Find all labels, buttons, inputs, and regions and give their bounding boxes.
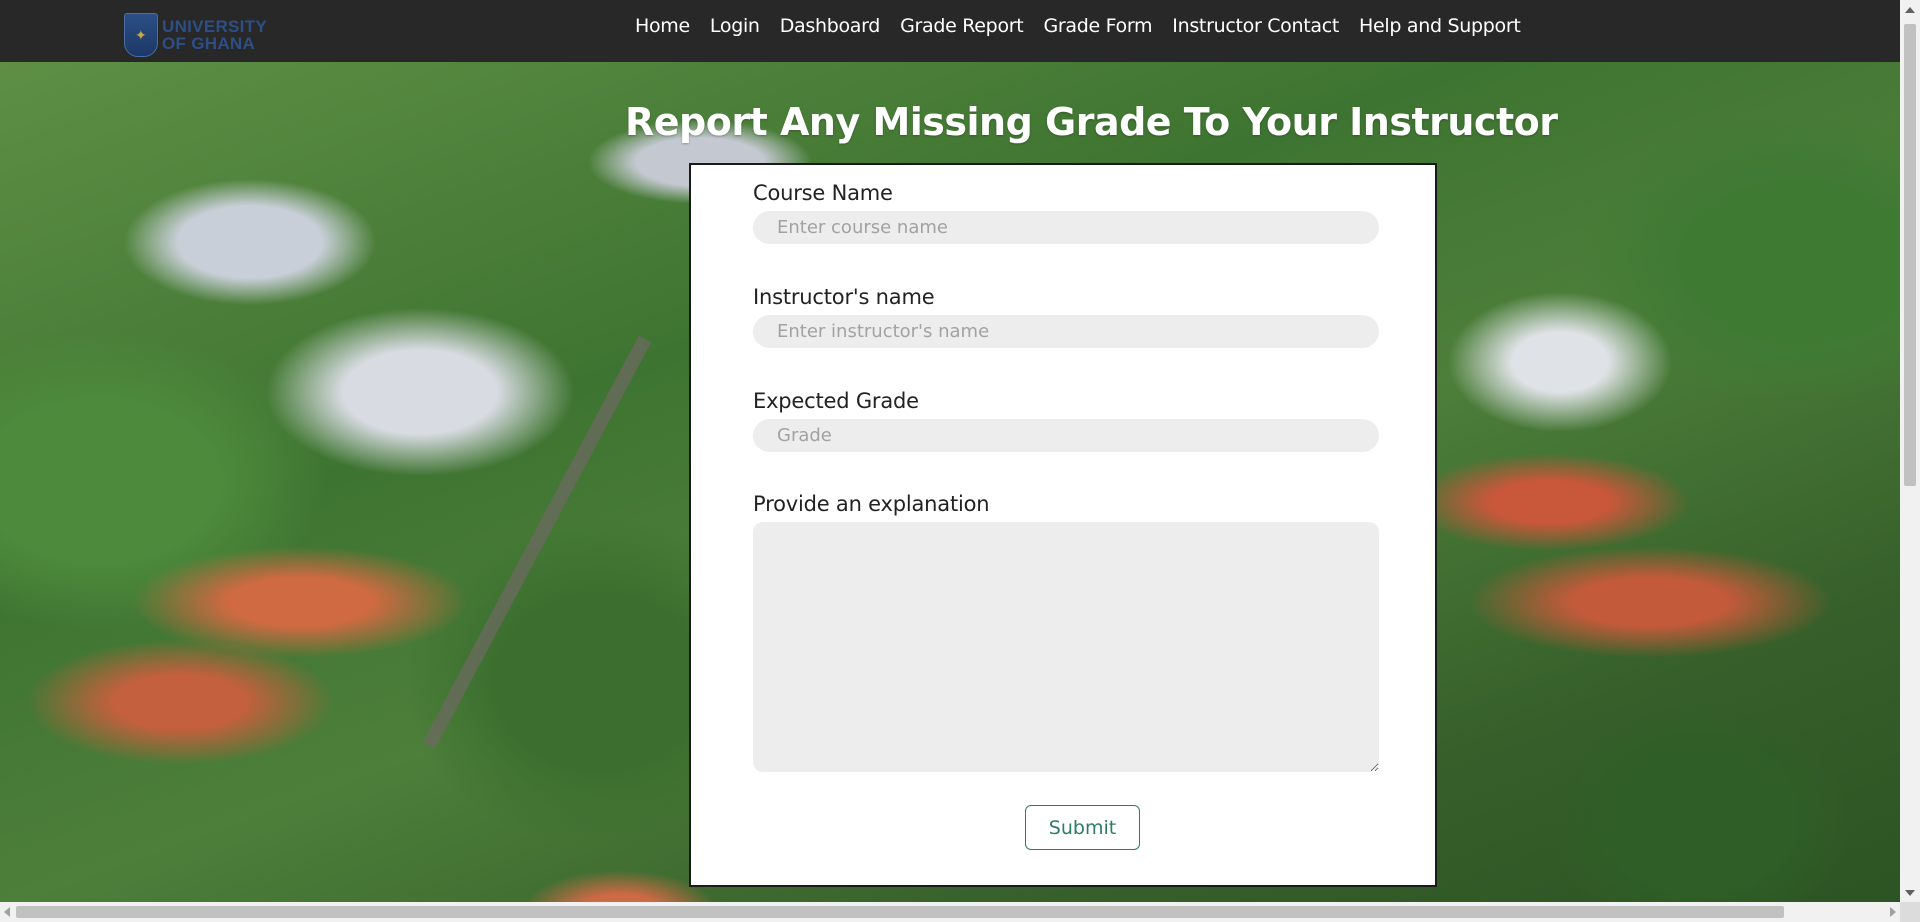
scroll-right-arrow-icon[interactable]: [1890, 907, 1896, 917]
logo-line-2: OF GHANA: [162, 34, 256, 53]
page-title: Report Any Missing Grade To Your Instruc…: [625, 100, 1558, 144]
instructor-name-group: Instructor's name: [753, 285, 1379, 348]
course-name-label: Course Name: [753, 181, 893, 205]
scroll-left-arrow-icon[interactable]: [4, 907, 10, 917]
nav-instructor-contact[interactable]: Instructor Contact: [1162, 15, 1349, 37]
nav-grade-report[interactable]: Grade Report: [890, 15, 1033, 37]
background-road: [422, 335, 652, 749]
main-nav: Home Login Dashboard Grade Report Grade …: [625, 0, 1530, 52]
explanation-textarea[interactable]: [753, 522, 1379, 772]
instructor-name-input[interactable]: [753, 315, 1379, 348]
logo-text: UNIVERSITY OF GHANA: [162, 18, 267, 52]
nav-grade-form[interactable]: Grade Form: [1033, 15, 1162, 37]
scroll-up-arrow-icon[interactable]: [1905, 7, 1915, 13]
explanation-group: Provide an explanation: [753, 492, 1379, 772]
expected-grade-input[interactable]: [753, 419, 1379, 452]
submit-button[interactable]: Submit: [1025, 805, 1140, 850]
nav-help-and-support[interactable]: Help and Support: [1349, 15, 1530, 37]
expected-grade-group: Expected Grade: [753, 389, 1379, 452]
logo-line-1: UNIVERSITY: [162, 17, 268, 36]
instructor-name-label: Instructor's name: [753, 285, 935, 309]
nav-home[interactable]: Home: [625, 15, 700, 37]
top-navbar: UNIVERSITY OF GHANA Home Login Dashboard…: [0, 0, 1900, 62]
course-name-input[interactable]: [753, 211, 1379, 244]
horizontal-scrollbar[interactable]: [0, 902, 1900, 922]
vertical-scrollbar[interactable]: [1900, 0, 1920, 902]
explanation-label: Provide an explanation: [753, 492, 990, 516]
scrollbar-corner: [1900, 902, 1920, 922]
university-logo[interactable]: UNIVERSITY OF GHANA: [124, 13, 267, 57]
nav-dashboard[interactable]: Dashboard: [770, 15, 890, 37]
vertical-scroll-thumb[interactable]: [1904, 24, 1916, 486]
crest-icon: [124, 13, 158, 57]
expected-grade-label: Expected Grade: [753, 389, 919, 413]
nav-login[interactable]: Login: [700, 15, 770, 37]
course-name-group: Course Name: [753, 181, 1379, 244]
scroll-down-arrow-icon[interactable]: [1905, 890, 1915, 896]
horizontal-scroll-thumb[interactable]: [16, 906, 1784, 918]
missing-grade-form: Course Name Instructor's name Expected G…: [689, 163, 1437, 887]
